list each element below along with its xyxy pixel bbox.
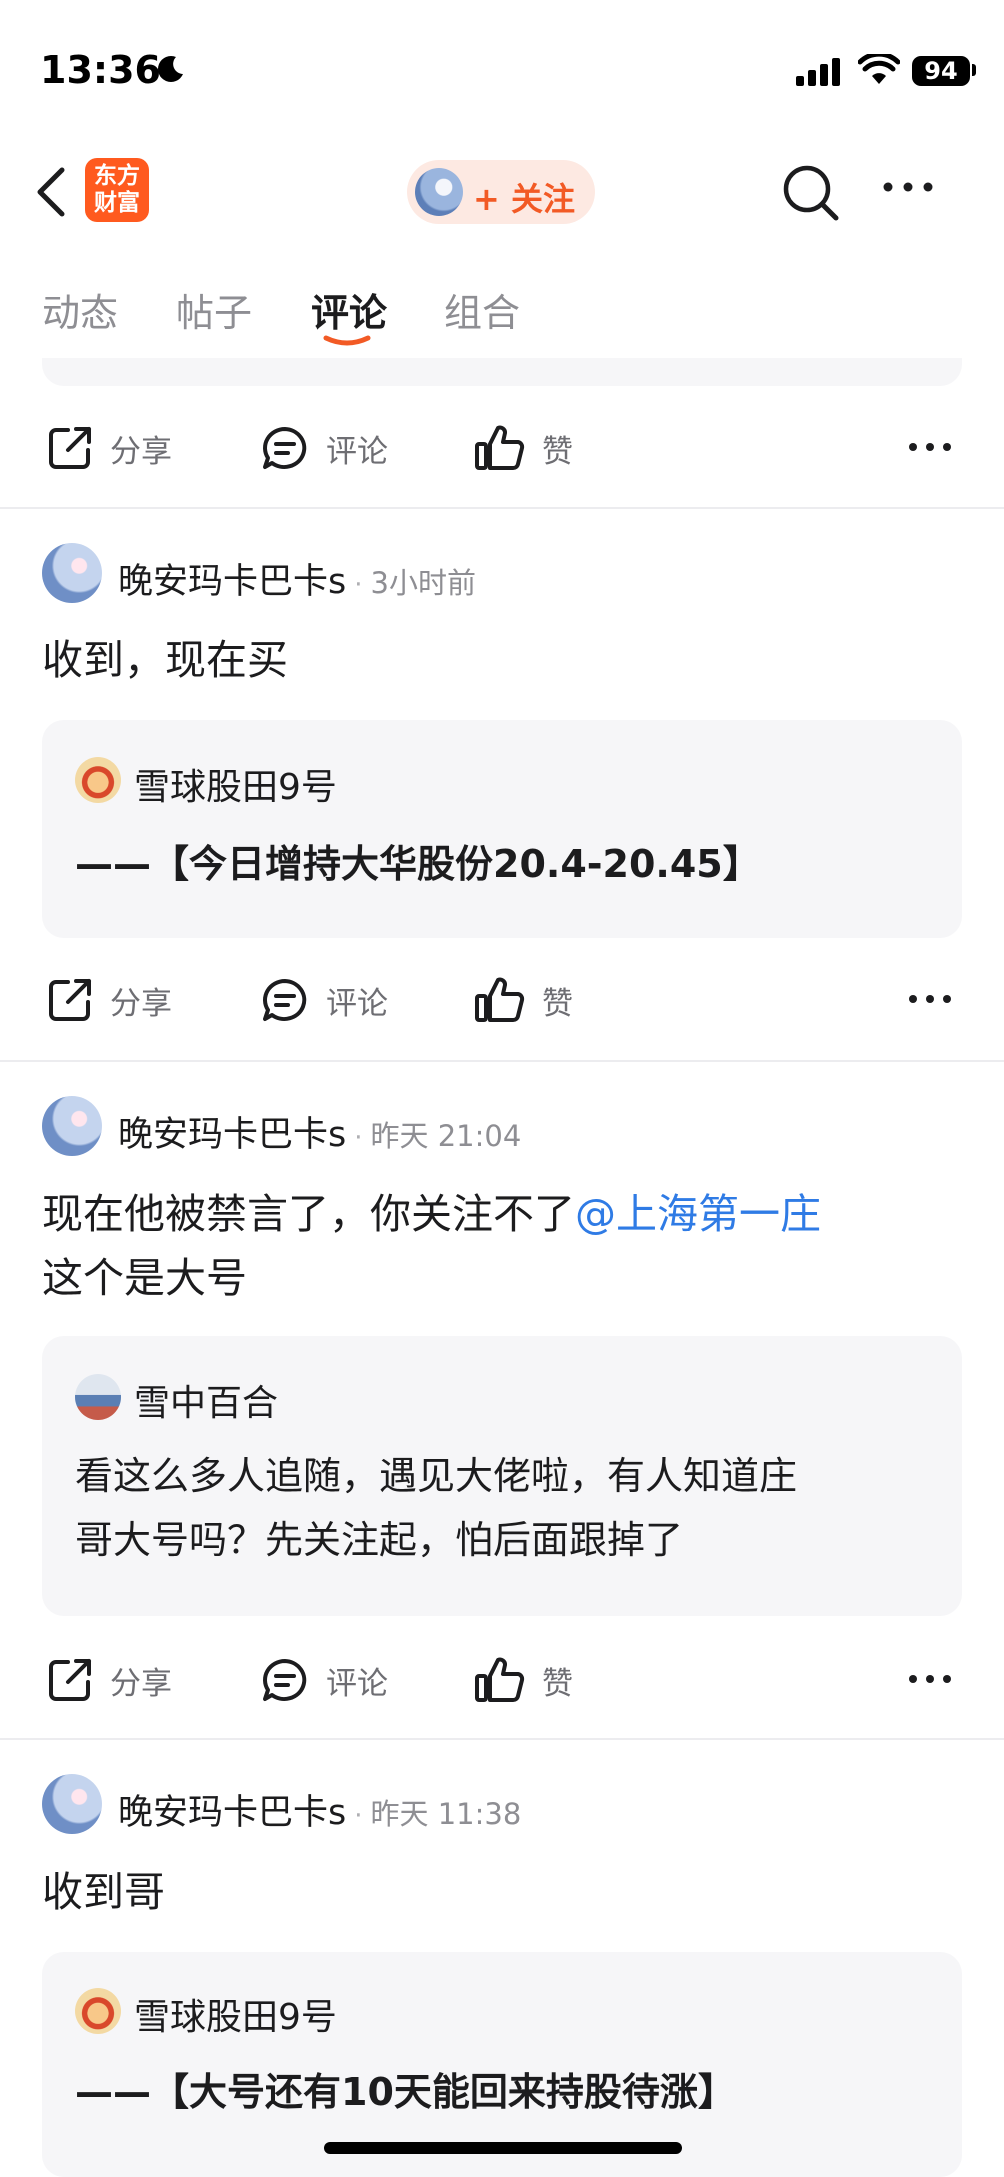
comment-text: 收到哥 (42, 1868, 165, 1916)
battery-tip (972, 64, 976, 76)
wifi-icon (858, 54, 900, 84)
avatar[interactable] (42, 543, 102, 603)
quoted-text-line: 看这么多人追随，遇见大佬啦，有人知道庄 (75, 1454, 798, 1498)
cellular-signal-icon (796, 58, 840, 86)
follow-button[interactable]: + 关注 (407, 160, 595, 224)
comment-icon (263, 979, 307, 1021)
quoted-text: ——【今日增持大华股份20.4-20.45】 (75, 842, 761, 886)
comment-icon (263, 1659, 307, 1701)
share-icon (49, 979, 91, 1021)
eastmoney-logo[interactable]: 东方 财富 (85, 158, 149, 222)
quoted-text: 看这么多人追随，遇见大佬啦，有人知道庄 哥大号吗？先关注起，怕后面跟掉了 (75, 1444, 935, 1572)
comment-button[interactable]: 评论 (260, 960, 388, 1040)
back-arrow-icon[interactable] (32, 162, 72, 222)
comment-text-part: 这个是大号 (42, 1254, 247, 1302)
divider (0, 507, 1004, 509)
quoted-post[interactable]: 雪中百合 看这么多人追随，遇见大佬啦，有人知道庄 哥大号吗？先关注起，怕后面跟掉… (42, 1336, 962, 1616)
search-icon[interactable] (780, 162, 842, 224)
logo-line2: 财富 (94, 190, 140, 216)
comment-text-part: 现在他被禁言了，你关注不了 (42, 1190, 575, 1238)
separator-dot: · (354, 1123, 363, 1153)
like-label: 赞 (542, 1665, 573, 1702)
avatar (75, 757, 121, 803)
moon-icon (158, 56, 183, 82)
share-label: 分享 (110, 985, 172, 1022)
like-button[interactable]: 赞 (474, 1640, 573, 1720)
username[interactable]: 晚安玛卡巴卡s (118, 562, 346, 602)
comment-text: 收到，现在买 (42, 636, 288, 684)
action-bar: 分享 评论 赞 (0, 960, 1004, 1040)
timestamp: 昨天 21:04 (370, 1119, 522, 1153)
like-label: 赞 (542, 985, 573, 1022)
follow-label: + 关注 (473, 180, 575, 218)
share-label: 分享 (110, 1665, 172, 1702)
avatar (75, 1374, 121, 1420)
avatar (415, 168, 463, 216)
like-button[interactable]: 赞 (474, 408, 573, 488)
timestamp: 昨天 11:38 (370, 1797, 522, 1831)
avatar[interactable] (42, 1096, 102, 1156)
comment-icon (263, 427, 307, 469)
battery-indicator: 94 (912, 56, 970, 86)
more-icon[interactable] (908, 1674, 952, 1684)
home-indicator[interactable] (324, 2142, 682, 2154)
quoted-username: 雪球股田9号 (134, 1997, 337, 2038)
mention-link[interactable]: @上海第一庄 (575, 1190, 821, 1238)
more-options-icon[interactable] (880, 180, 936, 194)
more-icon[interactable] (908, 994, 952, 1004)
tab-portfolio[interactable]: 组合 (444, 282, 520, 337)
like-label: 赞 (542, 433, 573, 470)
status-time: 13:36 (40, 48, 161, 92)
nav-bar: 东方 财富 + 关注 (0, 150, 1004, 234)
tab-dynamics[interactable]: 动态 (42, 282, 118, 337)
avatar (75, 1988, 121, 2034)
separator-dot: · (354, 1801, 363, 1831)
share-icon (49, 427, 91, 469)
tab-comments[interactable]: 评论 (311, 282, 387, 337)
comment-label: 评论 (326, 1665, 388, 1702)
quoted-post[interactable]: 雪球股田9号 ——【今日增持大华股份20.4-20.45】 (42, 720, 962, 938)
comment-text: 现在他被禁言了，你关注不了@上海第一庄 这个是大号 (42, 1182, 962, 1310)
profile-tabs: 动态 帖子 评论 组合 (0, 270, 1004, 350)
like-button[interactable]: 赞 (474, 960, 573, 1040)
quoted-text: ——【大号还有10天能回来持股待涨】 (75, 2070, 736, 2114)
divider (0, 1738, 1004, 1740)
quoted-username: 雪中百合 (134, 1383, 279, 1424)
action-bar: 分享 评论 赞 (0, 408, 1004, 488)
username[interactable]: 晚安玛卡巴卡s (118, 1793, 346, 1833)
more-icon[interactable] (908, 442, 952, 452)
thumbs-up-icon (475, 977, 525, 1022)
username[interactable]: 晚安玛卡巴卡s (118, 1115, 346, 1155)
divider (0, 1060, 1004, 1062)
separator-dot: · (354, 570, 363, 600)
share-button[interactable]: 分享 (46, 1640, 172, 1720)
comment-button[interactable]: 评论 (260, 408, 388, 488)
share-button[interactable]: 分享 (46, 960, 172, 1040)
previous-quote-card (42, 358, 962, 386)
thumbs-up-icon (475, 425, 525, 470)
share-button[interactable]: 分享 (46, 408, 172, 488)
quoted-username: 雪球股田9号 (134, 767, 337, 808)
share-label: 分享 (110, 433, 172, 470)
avatar[interactable] (42, 1774, 102, 1834)
comment-label: 评论 (326, 433, 388, 470)
thumbs-up-icon (475, 1657, 525, 1702)
quoted-text-line: 哥大号吗？先关注起，怕后面跟掉了 (75, 1518, 684, 1562)
comment-label: 评论 (326, 985, 388, 1022)
status-bar: 13:36 94 (0, 0, 1004, 140)
action-bar: 分享 评论 赞 (0, 1640, 1004, 1720)
tab-posts[interactable]: 帖子 (176, 282, 252, 337)
comment-button[interactable]: 评论 (260, 1640, 388, 1720)
share-icon (49, 1659, 91, 1701)
active-tab-indicator (323, 335, 371, 346)
logo-line1: 东方 (94, 163, 140, 189)
timestamp: 3小时前 (370, 566, 476, 600)
